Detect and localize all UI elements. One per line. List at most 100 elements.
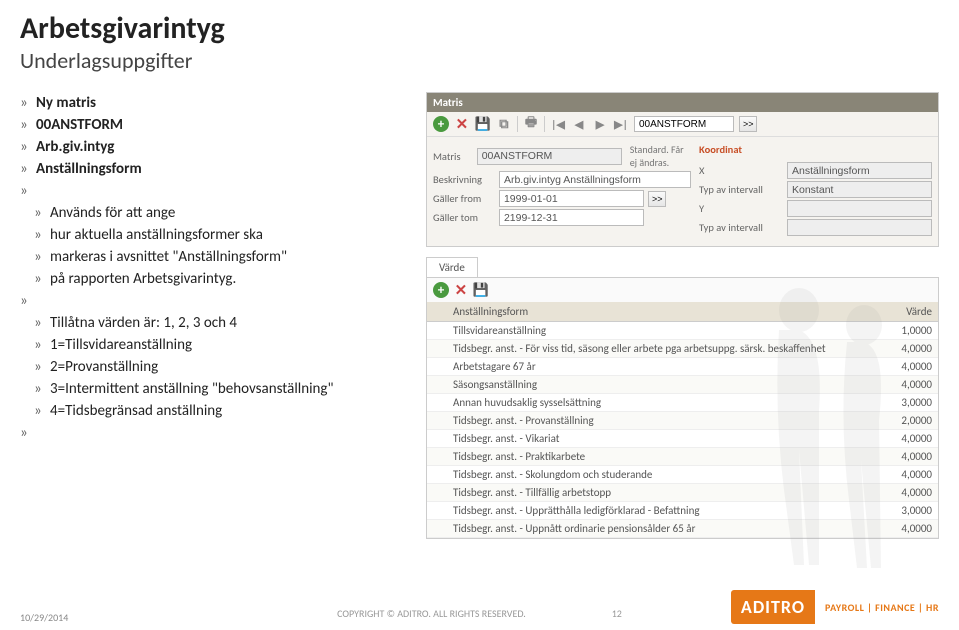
col-varde: Värde	[878, 302, 938, 322]
row-value: 4,0000	[878, 466, 938, 484]
tom-field[interactable]	[499, 209, 644, 226]
koordinat-header: Koordinat	[699, 141, 932, 160]
bullet-3: Arb.giv.intyg	[36, 138, 114, 156]
table-row[interactable]: Tidsbegr. anst. - Vikariat4,0000	[427, 430, 938, 448]
bullet-10: 1=Tillsvidareanställning	[20, 334, 410, 356]
table-row[interactable]: Tidsbegr. anst. - Praktikarbete4,0000	[427, 448, 938, 466]
row-value: 4,0000	[878, 340, 938, 358]
row-value: 4,0000	[878, 448, 938, 466]
table-row[interactable]: Annan huvudsaklig sysselsättning3,0000	[427, 394, 938, 412]
row-value: 4,0000	[878, 484, 938, 502]
table-row[interactable]: Tillsvidareanställning1,0000	[427, 322, 938, 340]
matris-note: Standard. Får ej ändras.	[630, 143, 691, 169]
save-icon[interactable]: 💾	[475, 116, 491, 132]
table-row[interactable]: Tidsbegr. anst. - Uppnått ordinarie pens…	[427, 520, 938, 538]
last-icon[interactable]: ▶|	[613, 116, 629, 132]
bullet-2: 00ANSTFORM	[36, 116, 123, 134]
table-delete-icon[interactable]: ✕	[453, 282, 469, 298]
bullet-5: Används för att ange	[20, 202, 410, 224]
matris-panel: Matris + ✕ 💾 ⧉ 🖶 |◀ ◀ ▶ ▶| >>	[426, 92, 939, 247]
table-row[interactable]: Tidsbegr. anst. - För viss tid, säsong e…	[427, 340, 938, 358]
table-row[interactable]: Tidsbegr. anst. - Provanställning2,0000	[427, 412, 938, 430]
typx-field	[787, 181, 932, 198]
panel-toolbar: + ✕ 💾 ⧉ 🖶 |◀ ◀ ▶ ▶| >>	[427, 112, 938, 137]
footer-copyright: COPYRIGHT © ADITRO. ALL RIGHTS RESERVED.	[337, 607, 526, 620]
row-value: 4,0000	[878, 520, 938, 538]
row-label: Tidsbegr. anst. - Vikariat	[447, 430, 878, 448]
row-label: Säsongsanställning	[447, 376, 878, 394]
logo: ADITRO PAYROLL | FINANCE | HR	[731, 590, 939, 624]
logo-text: ADITRO	[731, 590, 815, 624]
row-value: 4,0000	[878, 376, 938, 394]
bullet-13: 4=Tidsbegränsad anställning	[20, 400, 410, 422]
row-value: 4,0000	[878, 430, 938, 448]
next-icon[interactable]: ▶	[592, 116, 608, 132]
x-field	[787, 162, 932, 179]
panel-header: Matris	[427, 93, 938, 112]
value-table: Anställningsform Värde Tillsvidareanstäl…	[427, 302, 938, 538]
tab-varde[interactable]: Värde	[426, 257, 478, 277]
toolbar-divider	[517, 116, 518, 132]
row-label: Tidsbegr. anst. - Praktikarbete	[447, 448, 878, 466]
page-subtitle: Underlagsuppgifter	[20, 47, 939, 74]
table-row[interactable]: Tidsbegr. anst. - Tillfällig arbetstopp4…	[427, 484, 938, 502]
beskrivning-label: Beskrivning	[433, 173, 495, 186]
bullet-list: Ny matris 00ANSTFORM Arb.giv.intyg Anstä…	[20, 92, 410, 539]
print-icon[interactable]: 🖶	[523, 116, 539, 132]
row-label: Arbetstagare 67 år	[447, 358, 878, 376]
delete-icon[interactable]: ✕	[454, 116, 470, 132]
row-label: Tidsbegr. anst. - Skolungdom och studera…	[447, 466, 878, 484]
y-label: Y	[699, 202, 783, 215]
row-value: 2,0000	[878, 412, 938, 430]
table-row[interactable]: Arbetstagare 67 år4,0000	[427, 358, 938, 376]
tom-label: Gäller tom	[433, 211, 495, 224]
bullet-4: Anställningsform	[36, 160, 142, 178]
table-save-icon[interactable]: 💾	[473, 282, 489, 298]
add-icon[interactable]: +	[433, 116, 449, 132]
row-label: Tidsbegr. anst. - För viss tid, säsong e…	[447, 340, 878, 358]
x-label: X	[699, 164, 783, 177]
bullet-7: markeras i avsnittet "Anställningsform"	[20, 246, 410, 268]
bullet-8: på rapporten Arbetsgivarintyg.	[20, 268, 410, 290]
table-add-icon[interactable]: +	[433, 282, 449, 298]
go-button[interactable]: >>	[739, 116, 758, 132]
from-label: Gäller from	[433, 192, 495, 205]
table-row[interactable]: Tidsbegr. anst. - Upprätthålla ledigförk…	[427, 502, 938, 520]
typx-label: Typ av intervall	[699, 183, 783, 196]
select-header	[427, 302, 447, 322]
bullet-12: 3=Intermittent anställning "behovsanstäl…	[20, 378, 410, 400]
from-go-button[interactable]: >>	[648, 191, 667, 207]
table-row[interactable]: Säsongsanställning4,0000	[427, 376, 938, 394]
typy-label: Typ av intervall	[699, 221, 783, 234]
bullet-6: hur aktuella anställningsformer ska	[20, 224, 410, 246]
search-input[interactable]	[634, 116, 734, 132]
table-row[interactable]: Tidsbegr. anst. - Skolungdom och studera…	[427, 466, 938, 484]
row-label: Tidsbegr. anst. - Upprätthålla ledigförk…	[447, 502, 878, 520]
first-icon[interactable]: |◀	[550, 116, 566, 132]
from-field[interactable]	[499, 190, 644, 207]
beskrivning-field[interactable]	[499, 171, 691, 188]
row-label: Tidsbegr. anst. - Tillfällig arbetstopp	[447, 484, 878, 502]
bullet-9: Tillåtna värden är: 1, 2, 3 och 4	[20, 312, 410, 334]
matris-label: Matris	[433, 150, 473, 163]
bullet-1: Ny matris	[36, 94, 96, 112]
row-label: Tidsbegr. anst. - Uppnått ordinarie pens…	[447, 520, 878, 538]
col-anstallningsform: Anställningsform	[447, 302, 878, 322]
row-label: Tidsbegr. anst. - Provanställning	[447, 412, 878, 430]
logo-tagline: PAYROLL | FINANCE | HR	[825, 601, 939, 614]
footer-date: 10/29/2014	[20, 611, 68, 624]
row-label: Annan huvudsaklig sysselsättning	[447, 394, 878, 412]
page-number: 12	[612, 607, 622, 620]
page-title: Arbetsgivarintyg	[20, 10, 939, 47]
typy-field	[787, 219, 932, 236]
matris-field	[477, 148, 622, 165]
bullet-11: 2=Provanställning	[20, 356, 410, 378]
row-value: 4,0000	[878, 358, 938, 376]
row-label: Tillsvidareanställning	[447, 322, 878, 340]
row-value: 1,0000	[878, 322, 938, 340]
copy-icon[interactable]: ⧉	[496, 116, 512, 132]
toolbar-divider	[544, 116, 545, 132]
row-value: 3,0000	[878, 394, 938, 412]
y-field	[787, 200, 932, 217]
prev-icon[interactable]: ◀	[571, 116, 587, 132]
